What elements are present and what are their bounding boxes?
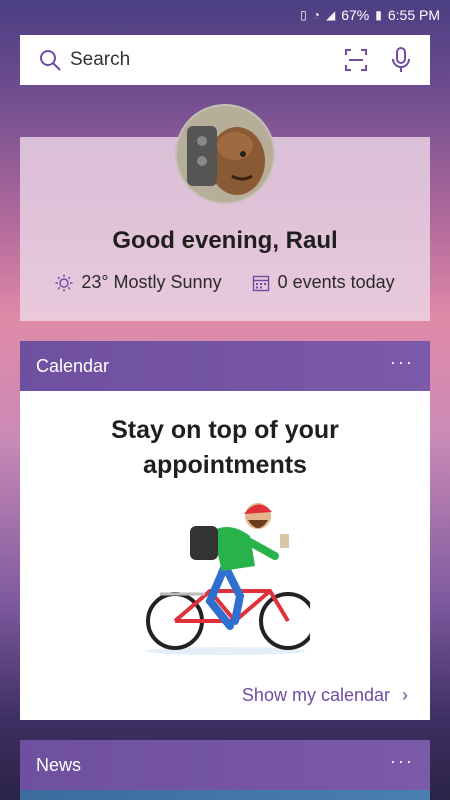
battery-icon: ▮	[375, 8, 382, 22]
cyclist-illustration	[145, 503, 310, 655]
signal-icon: ◢	[325, 8, 336, 22]
weather-text: 23° Mostly Sunny	[81, 272, 222, 292]
search-bar[interactable]: Search	[20, 35, 430, 85]
calendar-heading-line2: appointments	[143, 451, 307, 479]
chevron-right-icon: ›	[402, 685, 408, 705]
calendar-heading-line1: Stay on top of your	[111, 416, 339, 444]
greeting-title: Good evening, Raul	[112, 227, 338, 254]
weather-item[interactable]: 23° Mostly Sunny	[55, 272, 222, 293]
scan-icon[interactable]	[344, 48, 368, 72]
show-calendar-link[interactable]: Show my calendar ›	[242, 685, 408, 706]
news-card-title: News	[36, 754, 82, 775]
show-calendar-label: Show my calendar	[241, 685, 390, 705]
search-input[interactable]: Search	[70, 49, 344, 71]
battery-percent: 67%	[341, 7, 370, 23]
calendar-card-body: Stay on top of your appointments Show my…	[20, 391, 430, 720]
wifi-icon: ◔	[312, 8, 320, 22]
calendar-icon	[252, 275, 269, 291]
vibrate-icon: ▯	[300, 8, 307, 22]
microphone-icon[interactable]	[390, 47, 412, 73]
events-text: 0 events today	[277, 272, 395, 292]
calendar-card-title: Calendar	[36, 355, 110, 376]
news-image[interactable]	[20, 790, 430, 800]
greeting-info: 23° Mostly Sunny 0 events today	[20, 272, 430, 293]
calendar-heading: Stay on top of your appointments	[20, 413, 430, 483]
status-bar: ▯ ◔ ◢ 67% ▮ 6:55 PM	[0, 0, 450, 30]
news-more-button[interactable]: ···	[390, 751, 414, 772]
news-card-header: News ···	[20, 740, 430, 790]
avatar-image	[177, 106, 273, 202]
calendar-more-button[interactable]: ···	[390, 352, 414, 373]
avatar[interactable]	[175, 104, 275, 204]
sun-icon	[55, 274, 73, 291]
events-item[interactable]: 0 events today	[252, 272, 395, 293]
search-icon	[40, 50, 61, 71]
calendar-card-header: Calendar ···	[20, 341, 430, 391]
clock: 6:55 PM	[387, 7, 440, 23]
